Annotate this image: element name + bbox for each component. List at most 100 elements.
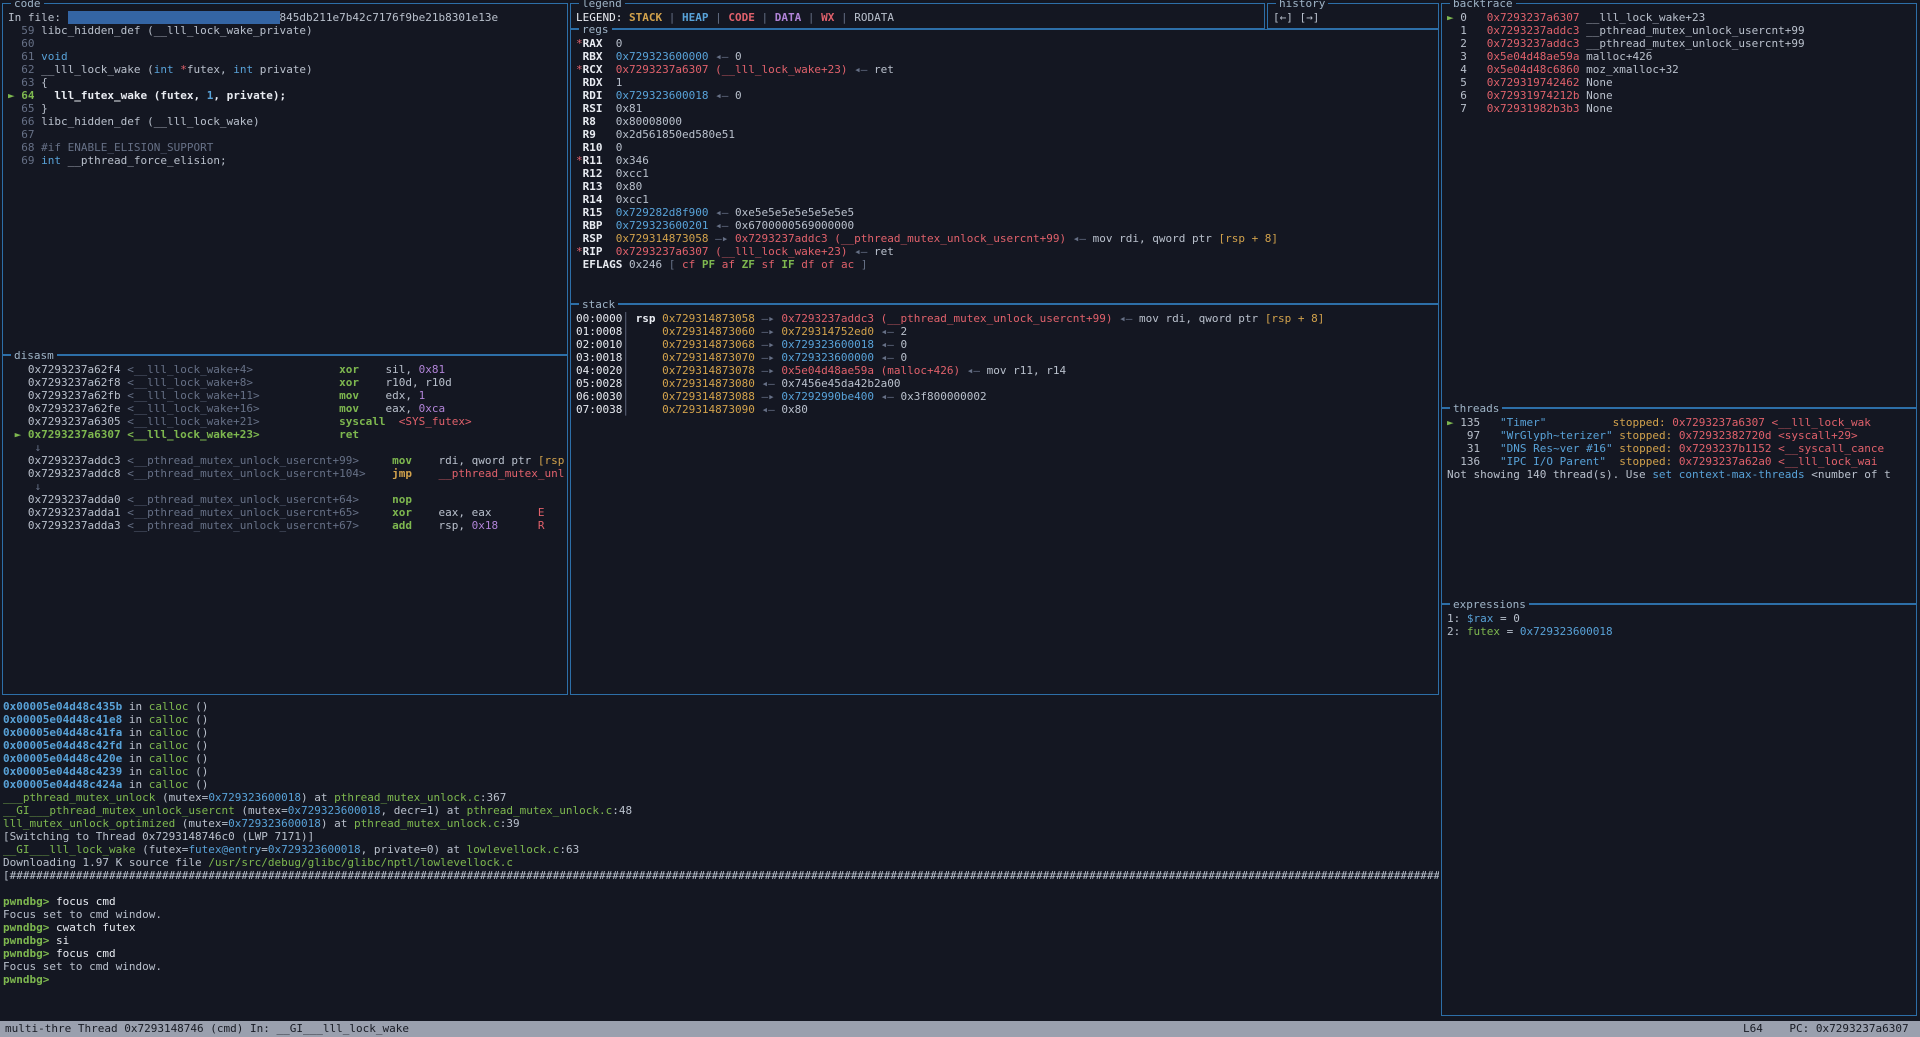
command-output-area[interactable]: 0x00005e04d48c435b in calloc ()0x00005e0…: [3, 700, 1439, 1018]
cmd-line: pwndbg> focus cmd: [3, 947, 1439, 960]
threads-line: 136 "IPC I/O Parent" stopped: 0x7293237a…: [1447, 455, 1913, 468]
expressions-lines: 1: $rax = 02: futex = 0x729323600018: [1447, 612, 1913, 1013]
regs-line: EFLAGS 0x246 [ cf PF af ZF sf IF df of a…: [576, 258, 1435, 271]
code-line: 69 int __pthread_force_elision;: [8, 154, 564, 167]
regs-line: R14 0xcc1: [576, 193, 1435, 206]
disasm-line: 0x7293237a62f4 <__lll_lock_wake+4> xor s…: [8, 363, 564, 376]
threads-line: Not showing 140 thread(s). Use set conte…: [1447, 468, 1913, 481]
backtrace-line: 4 0x5e04d48c6860 moz_xmalloc+32: [1447, 63, 1913, 76]
code-line: 67: [8, 128, 564, 141]
stack-line: 05:0028│ 0x729314873080 ◂— 0x7456e45da42…: [576, 377, 1435, 390]
disasm-line: 0x7293237adda0 <__pthread_mutex_unlock_u…: [8, 493, 564, 506]
code-line: ► 64 lll_futex_wake (futex, 1, private);: [8, 89, 564, 102]
cmd-line: pwndbg> cwatch futex: [3, 921, 1439, 934]
cmd-line: lll_mutex_unlock_optimized (mutex=0x7293…: [3, 817, 1439, 830]
disasm-line: 0x7293237a6305 <__lll_lock_wake+21> sysc…: [8, 415, 564, 428]
code-line: 66 libc_hidden_def (__lll_lock_wake): [8, 115, 564, 128]
history-panel-title: history: [1276, 0, 1328, 10]
regs-line: RBX 0x729323600000 ◂— 0: [576, 50, 1435, 63]
threads-line: 31 "DNS Res~ver #16" stopped: 0x7293237b…: [1447, 442, 1913, 455]
history-button-gap: [1293, 11, 1300, 24]
disasm-line: 0x7293237addc3 <__pthread_mutex_unlock_u…: [8, 454, 564, 467]
cmd-line: pwndbg> si: [3, 934, 1439, 947]
cmd-line: 0x00005e04d48c420e in calloc (): [3, 752, 1439, 765]
disassembly-panel: disasm 0x7293237a62f4 <__lll_lock_wake+4…: [2, 355, 568, 695]
disasm-line: 0x7293237a62fe <__lll_lock_wake+16> mov …: [8, 402, 564, 415]
disassembly-lines: 0x7293237a62f4 <__lll_lock_wake+4> xor s…: [8, 363, 564, 692]
disassembly-panel-title: disasm: [11, 349, 57, 362]
backtrace-line: 6 0x72931974212b None: [1447, 89, 1913, 102]
cmd-line: 0x00005e04d48c41e8 in calloc (): [3, 713, 1439, 726]
cmd-line: Downloading 1.97 K source file /usr/src/…: [3, 856, 1439, 869]
registers-lines: *RAX 0 RBX 0x729323600000 ◂— 0*RCX 0x729…: [576, 37, 1435, 301]
cmd-line: 0x00005e04d48c435b in calloc (): [3, 700, 1439, 713]
backtrace-line: 3 0x5e04d48ae59a malloc+426: [1447, 50, 1913, 63]
status-bar-right-text: L64 PC: 0x7293237a6307: [1743, 1021, 1909, 1037]
code-line: 60: [8, 37, 564, 50]
regs-line: RSP 0x729314873058 —▸ 0x7293237addc3 (__…: [576, 232, 1435, 245]
regs-line: *RCX 0x7293237a6307 (__lll_lock_wake+23)…: [576, 63, 1435, 76]
cmd-line: 0x00005e04d48c424a in calloc (): [3, 778, 1439, 791]
history-forward-button[interactable]: [→]: [1300, 11, 1320, 24]
threads-panel: threads ► 135 "Timer" stopped: 0x7293237…: [1441, 408, 1917, 604]
code-line: 62 __lll_lock_wake (int *futex, int priv…: [8, 63, 564, 76]
stack-line: 02:0010│ 0x729314873068 —▸ 0x72932360001…: [576, 338, 1435, 351]
cmd-line: [Switching to Thread 0x7293148746c0 (LWP…: [3, 830, 1439, 843]
backtrace-lines: ► 0 0x7293237a6307 __lll_lock_wake+23 1 …: [1447, 11, 1913, 405]
cmd-line: __GI___pthread_mutex_unlock_usercnt (mut…: [3, 804, 1439, 817]
disasm-line: 0x7293237adda3 <__pthread_mutex_unlock_u…: [8, 519, 564, 532]
backtrace-line: ► 0 0x7293237a6307 __lll_lock_wake+23: [1447, 11, 1913, 24]
cmd-line: Focus set to cmd window.: [3, 908, 1439, 921]
threads-line: 97 "WrGlyph~terizer" stopped: 0x72932382…: [1447, 429, 1913, 442]
regs-line: RDI 0x729323600018 ◂— 0: [576, 89, 1435, 102]
backtrace-line: 7 0x72931982b3b3 None: [1447, 102, 1913, 115]
regs-line: R9 0x2d561850ed580e51: [576, 128, 1435, 141]
history-back-button[interactable]: [←]: [1273, 11, 1293, 24]
disasm-line: ↓: [8, 441, 564, 454]
threads-panel-title: threads: [1450, 402, 1502, 415]
expressions-line: 1: $rax = 0: [1447, 612, 1913, 625]
backtrace-line: 5 0x729319742462 None: [1447, 76, 1913, 89]
regs-line: R10 0: [576, 141, 1435, 154]
code-line: In file: 845db211e7b42c7176f9be21b8301e1…: [8, 11, 564, 24]
code-line: 59 libc_hidden_def (__lll_lock_wake_priv…: [8, 24, 564, 37]
disasm-line: 0x7293237a62f8 <__lll_lock_wake+8> xor r…: [8, 376, 564, 389]
status-bar: multi-thre Thread 0x7293148746 (cmd) In:…: [0, 1021, 1920, 1037]
legend-lines: LEGEND: STACK | HEAP | CODE | DATA | WX …: [576, 11, 1261, 26]
stack-line: 06:0030│ 0x729314873088 —▸ 0x7292990be40…: [576, 390, 1435, 403]
cmd-line: ___pthread_mutex_unlock (mutex=0x7293236…: [3, 791, 1439, 804]
disasm-line: ► 0x7293237a6307 <__lll_lock_wake+23> re…: [8, 428, 564, 441]
expressions-panel: expressions 1: $rax = 02: futex = 0x7293…: [1441, 604, 1917, 1016]
code-line: 61 void: [8, 50, 564, 63]
stack-lines: 00:0000│ rsp 0x729314873058 —▸ 0x7293237…: [576, 312, 1435, 692]
threads-line: ► 135 "Timer" stopped: 0x7293237a6307 <_…: [1447, 416, 1913, 429]
expressions-line: 2: futex = 0x729323600018: [1447, 625, 1913, 638]
source-code-panel-title: code: [11, 0, 44, 10]
source-code-lines: In file: 845db211e7b42c7176f9be21b8301e1…: [8, 11, 564, 352]
stack-line: 04:0020│ 0x729314873078 —▸ 0x5e04d48ae59…: [576, 364, 1435, 377]
cmd-line: pwndbg> focus cmd: [3, 895, 1439, 908]
backtrace-panel: backtrace ► 0 0x7293237a6307 __lll_lock_…: [1441, 3, 1917, 408]
cmd-line: [#######################################…: [3, 869, 1439, 882]
stack-panel: stack 00:0000│ rsp 0x729314873058 —▸ 0x7…: [570, 304, 1439, 695]
regs-line: R15 0x729282d8f900 ◂— 0xe5e5e5e5e5e5e5e5: [576, 206, 1435, 219]
code-line: 68 #if ENABLE_ELISION_SUPPORT: [8, 141, 564, 154]
registers-panel: regs *RAX 0 RBX 0x729323600000 ◂— 0*RCX …: [570, 29, 1439, 304]
legend-panel-title: legend: [579, 0, 625, 10]
stack-line: 07:0038│ 0x729314873090 ◂— 0x80: [576, 403, 1435, 416]
legend-panel: legend LEGEND: STACK | HEAP | CODE | DAT…: [570, 3, 1265, 29]
source-code-panel: code In file: 845db211e7b42c7176f9be21b8…: [2, 3, 568, 355]
regs-line: *RAX 0: [576, 37, 1435, 50]
stack-line: 00:0000│ rsp 0x729314873058 —▸ 0x7293237…: [576, 312, 1435, 325]
regs-line: *R11 0x346: [576, 154, 1435, 167]
stack-panel-title: stack: [579, 298, 618, 311]
regs-line: R12 0xcc1: [576, 167, 1435, 180]
disasm-line: ↓: [8, 480, 564, 493]
regs-line: RBP 0x729323600201 ◂— 0x6700000569000000: [576, 219, 1435, 232]
backtrace-panel-title: backtrace: [1450, 0, 1516, 10]
history-buttons: [←] [→]: [1273, 11, 1435, 26]
regs-line: R8 0x80008000: [576, 115, 1435, 128]
cmd-line: 0x00005e04d48c42fd in calloc (): [3, 739, 1439, 752]
disasm-line: 0x7293237adda1 <__pthread_mutex_unlock_u…: [8, 506, 564, 519]
threads-lines: ► 135 "Timer" stopped: 0x7293237a6307 <_…: [1447, 416, 1913, 601]
